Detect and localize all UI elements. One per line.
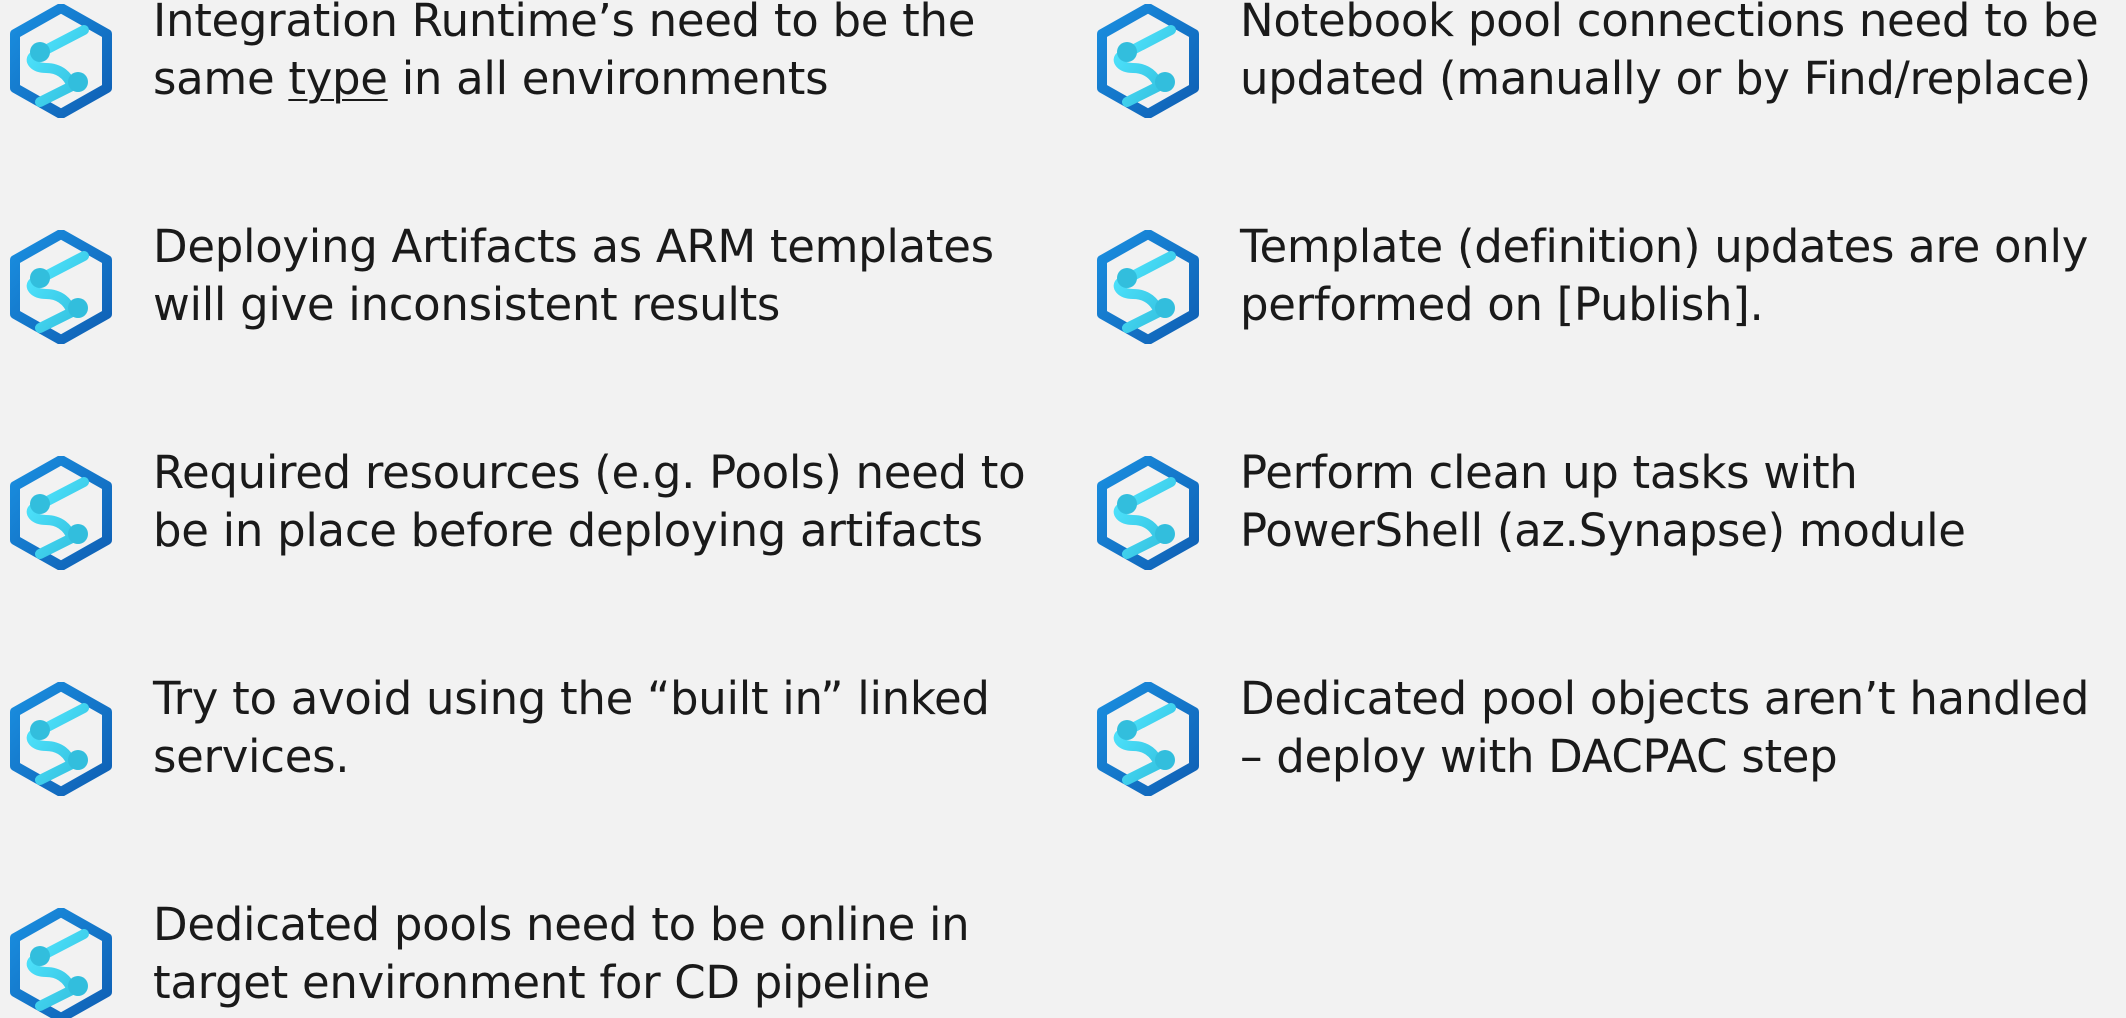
- list-item-line: Integration Runtime’s need to be the: [153, 0, 976, 47]
- synapse-icon: [6, 4, 116, 118]
- list-item-line: Perform clean up tasks with: [1240, 446, 1858, 499]
- list-item-line: services.: [153, 730, 350, 783]
- list-item-line: Required resources (e.g. Pools) need to: [153, 446, 1026, 499]
- list-item-line: updated (manually or by Find/replace): [1240, 52, 2091, 105]
- underlined-word: type: [288, 52, 388, 105]
- synapse-icon: [1093, 682, 1203, 796]
- list-item-line: be in place before deploying artifacts: [153, 504, 983, 557]
- synapse-icon: [6, 230, 116, 344]
- list-item-line: Dedicated pools need to be online in: [153, 898, 970, 951]
- synapse-icon: [1093, 4, 1203, 118]
- synapse-icon: [1093, 456, 1203, 570]
- list-item-text: Try to avoid using the “built in” linked…: [153, 670, 990, 786]
- list-item-line: Try to avoid using the “built in” linked: [153, 672, 990, 725]
- synapse-icon: [6, 682, 116, 796]
- list-item-text: Dedicated pool objects aren’t handled – …: [1240, 670, 2089, 786]
- synapse-icon: [6, 908, 116, 1018]
- list-item-line: – deploy with DACPAC step: [1240, 730, 1838, 783]
- list-item-line: Dedicated pool objects aren’t handled: [1240, 672, 2090, 725]
- list-item-line: same type in all environments: [153, 50, 975, 108]
- list-item-line: performed on [Publish].: [1240, 278, 1764, 331]
- synapse-icon: [1093, 230, 1203, 344]
- list-item-text: Deploying Artifacts as ARM templates wil…: [153, 218, 994, 334]
- list-item-text: Required resources (e.g. Pools) need to …: [153, 444, 1026, 560]
- list-item-line: Template (definition) updates are only: [1240, 220, 2089, 273]
- list-item-text-part: in all environments: [387, 52, 829, 105]
- list-item-text-part: same: [153, 52, 289, 105]
- list-item-line: target environment for CD pipeline: [153, 956, 930, 1009]
- list-item-text: Perform clean up tasks with PowerShell (…: [1240, 444, 1966, 560]
- list-item-text: Template (definition) updates are only p…: [1240, 218, 2088, 334]
- list-item-text: Notebook pool connections need to be upd…: [1240, 0, 2099, 108]
- list-item-text: Integration Runtime’s need to be the sam…: [153, 0, 975, 108]
- list-item-line: will give inconsistent results: [153, 278, 781, 331]
- synapse-icon: [6, 456, 116, 570]
- list-item-line: Deploying Artifacts as ARM templates: [153, 220, 994, 273]
- list-item-line: Notebook pool connections need to be: [1240, 0, 2099, 47]
- list-item-text: Dedicated pools need to be online in tar…: [153, 896, 970, 1012]
- list-item-line: PowerShell (az.Synapse) module: [1240, 504, 1966, 557]
